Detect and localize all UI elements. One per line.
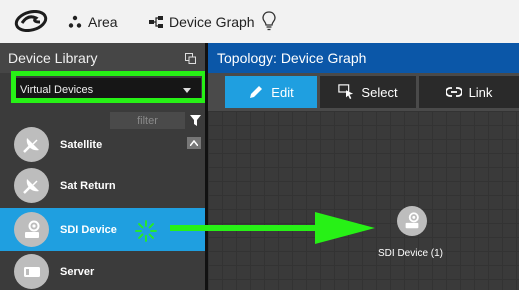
sdi-device-node[interactable] [397,206,427,236]
topology-title: Topology: Device Graph [217,50,367,66]
sdi-device-icon [405,212,419,229]
list-item-label: Satellite [60,138,103,151]
edit-button-label: Edit [271,84,294,100]
loading-spinner-icon [135,220,157,242]
device-graph-icon [149,16,163,28]
link-icon [445,87,462,97]
topology-canvas[interactable] [208,111,519,290]
chevron-down-icon [183,88,191,93]
topology-toolbar: Edit Select Link [208,73,519,111]
topology-header: Topology: Device Graph [208,43,519,73]
server-icon [14,254,49,289]
sdi-device-icon [14,212,49,247]
scroll-up-button[interactable] [187,137,201,149]
gv-logo-icon[interactable] [14,10,48,32]
nav-device-graph[interactable]: Device Graph [149,14,255,30]
nav-device-graph-label: Device Graph [169,14,255,30]
node-label: SDI Device (1) [378,248,444,259]
device-library-header: Device Library [0,43,205,73]
list-item-label: Server [60,265,95,278]
top-bar: Area Device Graph [0,0,519,43]
list-item-label: SDI Device [60,223,117,236]
list-item-server[interactable]: Server [0,250,205,290]
library-dropdown-value: Virtual Devices [20,84,94,96]
list-item-label: Sat Return [60,179,116,192]
satellite-dish-icon [14,168,49,203]
link-button-label: Link [468,84,493,100]
select-cursor-icon [338,84,354,100]
list-item-satellite[interactable]: Satellite [0,123,205,166]
select-button-label: Select [361,84,398,100]
device-library-title: Device Library [8,50,98,66]
popout-icon[interactable] [185,53,196,64]
link-button[interactable]: Link [419,76,519,108]
drag-arrow-icon [170,212,375,244]
area-icon [68,15,82,28]
nav-area[interactable]: Area [68,14,118,30]
list-item-sat-return[interactable]: Sat Return [0,164,205,207]
pencil-icon [250,86,263,98]
nav-area-label: Area [88,14,118,30]
lightbulb-icon[interactable] [262,11,276,31]
library-dropdown[interactable]: Virtual Devices [14,78,201,102]
select-button[interactable]: Select [320,76,416,108]
edit-button[interactable]: Edit [225,76,317,108]
satellite-dish-icon [14,127,49,162]
